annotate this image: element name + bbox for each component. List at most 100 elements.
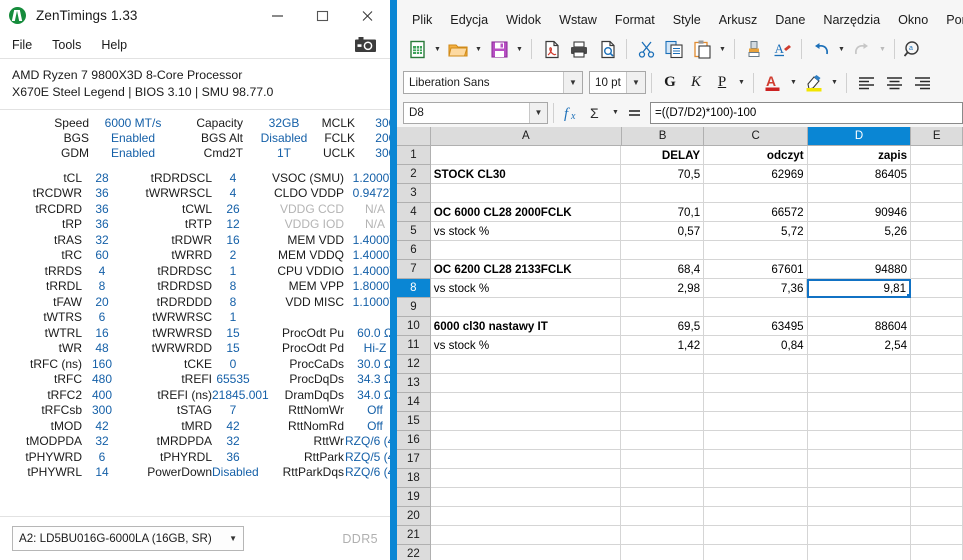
cell-A12[interactable] xyxy=(430,355,622,375)
row-header-16[interactable]: 16 xyxy=(397,431,431,451)
print-preview-icon[interactable] xyxy=(593,40,621,59)
cell-A20[interactable] xyxy=(430,507,622,527)
cell-B10[interactable]: 69,5 xyxy=(621,317,705,337)
calc-menu-okno[interactable]: Okno xyxy=(889,11,937,29)
cell-A10[interactable]: 6000 cl30 nastawy IT xyxy=(430,317,622,337)
cell-C7[interactable]: 67601 xyxy=(704,260,808,280)
module-select[interactable]: A2: LD5BU016G-6000LA (16GB, SR) ▼ xyxy=(12,526,244,551)
camera-icon[interactable] xyxy=(355,37,376,52)
cell-A11[interactable]: vs stock % xyxy=(430,336,622,356)
cell-E19[interactable] xyxy=(911,488,963,508)
menu-help[interactable]: Help xyxy=(101,38,127,52)
font-name-input[interactable]: Liberation Sans ▼ xyxy=(403,71,583,95)
cell-B12[interactable] xyxy=(621,355,705,375)
cell-E2[interactable] xyxy=(911,165,963,185)
paste-dropdown[interactable]: ▼ xyxy=(716,46,729,53)
row-header-12[interactable]: 12 xyxy=(397,355,431,375)
menu-tools[interactable]: Tools xyxy=(52,38,81,52)
calc-menu-narz-dzia[interactable]: Narzędzia xyxy=(814,11,889,29)
cell-D12[interactable] xyxy=(807,355,912,375)
row-header-20[interactable]: 20 xyxy=(397,507,431,527)
cell-B7[interactable]: 68,4 xyxy=(621,260,705,280)
cell-E8[interactable] xyxy=(911,279,963,299)
cell-A2[interactable]: STOCK CL30 xyxy=(430,165,622,185)
cell-C1[interactable]: odczyt xyxy=(704,146,808,166)
cell-C20[interactable] xyxy=(704,507,808,527)
cell-A5[interactable]: vs stock % xyxy=(430,222,622,242)
cell-D13[interactable] xyxy=(807,374,912,394)
new-document-icon[interactable] xyxy=(403,40,431,59)
row-header-2[interactable]: 2 xyxy=(397,165,431,185)
bold-button[interactable]: G xyxy=(657,70,683,96)
cell-D8[interactable]: 9,81 xyxy=(807,279,912,299)
cell-C17[interactable] xyxy=(704,450,808,470)
cell-B13[interactable] xyxy=(621,374,705,394)
cell-C22[interactable] xyxy=(704,545,808,560)
calc-menu-wstaw[interactable]: Wstaw xyxy=(550,11,606,29)
cell-E6[interactable] xyxy=(911,241,963,261)
cell-D2[interactable]: 86405 xyxy=(807,165,912,185)
underline-button[interactable]: P xyxy=(709,70,735,96)
minimize-button[interactable] xyxy=(255,0,300,31)
row-header-17[interactable]: 17 xyxy=(397,450,431,470)
calc-menu-widok[interactable]: Widok xyxy=(497,11,550,29)
cell-A13[interactable] xyxy=(430,374,622,394)
cell-D6[interactable] xyxy=(807,241,912,261)
font-color-icon[interactable]: A xyxy=(759,73,787,93)
cut-icon[interactable] xyxy=(632,40,660,59)
calc-menu-pomoc[interactable]: Pomoc xyxy=(937,11,963,29)
redo-icon[interactable] xyxy=(848,40,876,59)
cell-A21[interactable] xyxy=(430,526,622,546)
cell-C12[interactable] xyxy=(704,355,808,375)
sum-icon[interactable]: Σ xyxy=(584,101,609,125)
print-icon[interactable] xyxy=(565,40,593,59)
undo-icon[interactable] xyxy=(807,40,835,59)
copy-icon[interactable] xyxy=(660,40,688,59)
open-dropdown[interactable]: ▼ xyxy=(472,46,485,53)
save-icon[interactable] xyxy=(485,40,513,59)
cell-D22[interactable] xyxy=(807,545,912,560)
save-dropdown[interactable]: ▼ xyxy=(513,46,526,53)
cell-A16[interactable] xyxy=(430,431,622,451)
cell-C11[interactable]: 0,84 xyxy=(704,336,808,356)
export-pdf-icon[interactable] xyxy=(537,40,565,59)
calc-menu-arkusz[interactable]: Arkusz xyxy=(710,11,767,29)
cell-E14[interactable] xyxy=(911,393,963,413)
cell-D16[interactable] xyxy=(807,431,912,451)
cell-B3[interactable] xyxy=(621,184,705,204)
cell-B2[interactable]: 70,5 xyxy=(621,165,705,185)
calc-menu-dane[interactable]: Dane xyxy=(766,11,814,29)
row-header-6[interactable]: 6 xyxy=(397,241,431,261)
row-header-19[interactable]: 19 xyxy=(397,488,431,508)
cell-B20[interactable] xyxy=(621,507,705,527)
cell-A15[interactable] xyxy=(430,412,622,432)
italic-button[interactable]: K xyxy=(683,70,709,96)
equals-icon[interactable] xyxy=(622,101,647,125)
cell-D19[interactable] xyxy=(807,488,912,508)
row-header-9[interactable]: 9 xyxy=(397,298,431,318)
align-center-icon[interactable] xyxy=(880,75,908,91)
cell-B18[interactable] xyxy=(621,469,705,489)
calc-menu-plik[interactable]: Plik xyxy=(403,11,441,29)
cell-C6[interactable] xyxy=(704,241,808,261)
cell-D5[interactable]: 5,26 xyxy=(807,222,912,242)
column-header-b[interactable]: B xyxy=(621,127,705,147)
cell-A8[interactable]: vs stock % xyxy=(430,279,622,299)
cell-E5[interactable] xyxy=(911,222,963,242)
cell-B19[interactable] xyxy=(621,488,705,508)
cell-A4[interactable]: OC 6000 CL28 2000FCLK xyxy=(430,203,622,223)
cell-E16[interactable] xyxy=(911,431,963,451)
cell-B4[interactable]: 70,1 xyxy=(621,203,705,223)
cell-D1[interactable]: zapis xyxy=(807,146,912,166)
row-header-14[interactable]: 14 xyxy=(397,393,431,413)
cell-D18[interactable] xyxy=(807,469,912,489)
cell-E17[interactable] xyxy=(911,450,963,470)
cell-C2[interactable]: 62969 xyxy=(704,165,808,185)
cell-B1[interactable]: DELAY xyxy=(621,146,705,166)
cell-E22[interactable] xyxy=(911,545,963,560)
column-header-d[interactable]: D xyxy=(807,127,912,147)
calc-menu-style[interactable]: Style xyxy=(664,11,710,29)
cell-B17[interactable] xyxy=(621,450,705,470)
cell-C8[interactable]: 7,36 xyxy=(704,279,808,299)
cell-E18[interactable] xyxy=(911,469,963,489)
